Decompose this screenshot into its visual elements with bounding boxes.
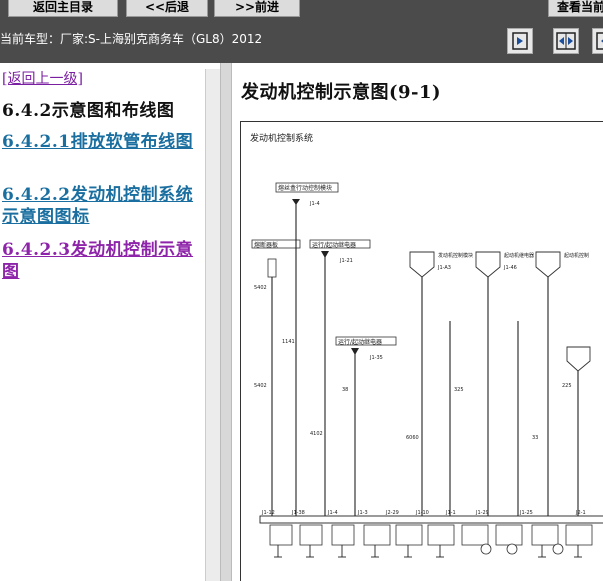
pin-label: J1-4 xyxy=(327,510,338,516)
label-w8: 33 xyxy=(532,435,538,441)
link-hose-routing[interactable]: 6.4.2.1排放软管布线图 xyxy=(2,131,202,153)
current-vehicle-text: 当前车型：厂家:S-上海别克商务车（GL8）2012 xyxy=(0,32,263,46)
fuse-symbol xyxy=(267,258,277,278)
label-b3: 运行/起动继电器 xyxy=(312,241,356,249)
pane-divider[interactable] xyxy=(220,63,232,581)
back-button[interactable]: <<后退 xyxy=(126,0,208,17)
wiring-diagram: 发动机控制系统 熔丝盒行动控制模块 J1-4 熔断器板 运行/起动继电器 J1-… xyxy=(240,121,603,581)
pane-expand-icon xyxy=(596,32,603,50)
label-w7: 325 xyxy=(454,387,464,393)
pin-label: J2-29 xyxy=(385,510,399,516)
diagram-heading: 发动机控制系统 xyxy=(250,132,313,144)
diagram-title: 发动机控制示意图(9-1) xyxy=(241,82,442,103)
label-m2: 起动机继电器 xyxy=(504,252,534,259)
label-w5: 38 xyxy=(342,387,348,393)
label-b4: 运行/起动继电器 xyxy=(338,338,382,346)
pin-label: J2-1 xyxy=(575,510,586,516)
top-toolbar: 返回主目录 <<后退 >>前进 查看当前 当前车型：厂家:S-上海别克商务车（G… xyxy=(0,0,603,63)
view-current-button[interactable]: 查看当前 xyxy=(548,0,603,17)
label-m2-sub: J1-46 xyxy=(503,265,517,271)
label-b4-sub: J1-35 xyxy=(369,355,383,361)
pane-split-button[interactable] xyxy=(553,28,579,54)
label-b2: 熔断器板 xyxy=(254,241,278,249)
label-b1-sub: J1-4 xyxy=(309,201,320,207)
connector-bar xyxy=(259,515,603,524)
forward-button[interactable]: >>前进 xyxy=(214,0,300,17)
label-w2: 1141 xyxy=(282,339,295,345)
navigation-pane: [返回上一级] 6.4.2示意图和布线图 6.4.2.1排放软管布线图 6.4.… xyxy=(0,63,220,581)
label-m1: 发动机控制模块 xyxy=(438,252,473,259)
label-b1: 熔丝盒行动控制模块 xyxy=(278,184,332,192)
pin-label: J1-12 xyxy=(261,510,275,516)
pane-split-icon xyxy=(556,32,576,50)
label-m3: 起动机控制 xyxy=(564,252,589,259)
label-w6: 6060 xyxy=(406,435,419,441)
label-b3-sub: J1-21 xyxy=(339,258,353,264)
section-title: 6.4.2示意图和布线图 xyxy=(2,101,175,121)
pane-right-button[interactable] xyxy=(507,28,533,54)
back-to-parent-link[interactable]: [返回上一级] xyxy=(2,68,83,88)
label-w9: 225 xyxy=(562,383,572,389)
pin-label: J1-29 xyxy=(475,510,489,516)
label-w1: 5402 xyxy=(254,285,267,291)
pane-right-icon xyxy=(512,32,528,50)
link-engine-schematic[interactable]: 6.4.2.3发动机控制示意图 xyxy=(2,239,202,283)
link-schematic-icons[interactable]: 6.4.2.2发动机控制系统示意图图标 xyxy=(2,184,202,228)
pin-label: J1-10 xyxy=(415,510,429,516)
pin-label: J1-3 xyxy=(357,510,368,516)
nav-scrollbar[interactable] xyxy=(205,69,220,581)
pin-label: J1-1 xyxy=(445,510,456,516)
pin-label: J1-25 xyxy=(519,510,533,516)
label-m1-sub: J1-A3 xyxy=(437,265,451,271)
label-w3: 5402 xyxy=(254,383,267,389)
pane-expand-button[interactable] xyxy=(592,28,603,54)
home-button[interactable]: 返回主目录 xyxy=(8,0,118,17)
pin-label: J1-38 xyxy=(291,510,305,516)
label-w4: 4102 xyxy=(310,431,323,437)
content-pane: 发动机控制示意图(9-1) 发动机控制系统 熔丝盒行动控制模块 J1-4 熔断器… xyxy=(232,63,603,581)
